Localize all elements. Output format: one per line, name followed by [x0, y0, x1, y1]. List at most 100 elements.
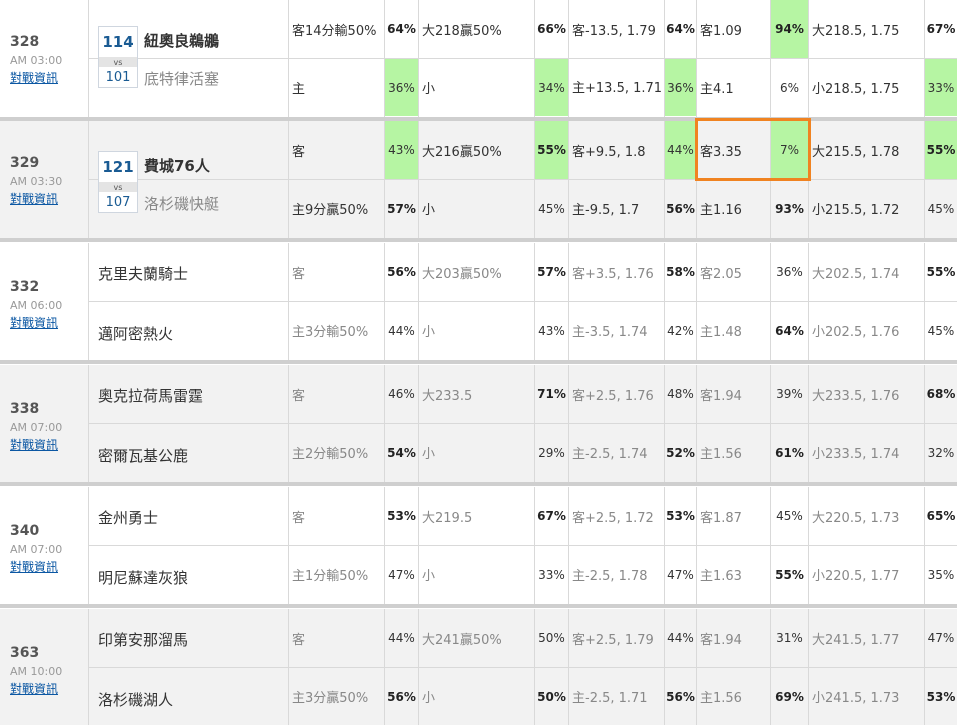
ml-pct-cell: 93% [775, 201, 804, 216]
spread-line-cell: 主-2.5, 1.71 [572, 691, 648, 706]
game-time: AM 07:00 [10, 543, 63, 556]
game-number: 340 [10, 523, 40, 539]
away-team-name[interactable]: 印第安那溜馬 [98, 629, 188, 650]
total-pct-cell: 33% [925, 59, 957, 116]
game-separator [0, 360, 957, 364]
ml-odds-cell: 客3.35 [700, 144, 742, 160]
spread-pct-cell: 47% [667, 567, 694, 582]
home-team-name[interactable]: 密爾瓦基公鹿 [98, 445, 188, 466]
total-pct-cell: 45% [927, 201, 955, 216]
spread-line-cell: 客+2.5, 1.72 [572, 510, 654, 526]
total-line-cell: 小233.5, 1.74 [812, 447, 900, 462]
ah-pct-cell: 44% [388, 323, 415, 338]
game-row: 338 AM 07:00 對戰資訊 奧克拉荷馬雷霆 密爾瓦基公鹿 客 46% 大233.5 71… [0, 365, 957, 482]
away-rotation-number: 114 [102, 33, 134, 51]
away-team-name[interactable]: 奧克拉荷馬雷霆 [98, 385, 203, 406]
home-team-name[interactable]: 明尼蘇達灰狼 [98, 567, 188, 588]
ah-result-cell: 主3分贏50% [292, 691, 369, 706]
ml-odds-cell: 客1.94 [700, 632, 742, 648]
ou-result-cell: 大216贏50% [422, 144, 502, 160]
away-team-name[interactable]: 克里夫蘭騎士 [98, 263, 188, 284]
game-number: 363 [10, 645, 40, 661]
ah-pct-cell: 56% [387, 689, 416, 704]
spread-pct-cell: 53% [666, 509, 695, 523]
ah-result-cell: 客 [292, 632, 306, 648]
game-time: AM 06:00 [10, 299, 63, 312]
spread-pct-cell: 42% [667, 323, 694, 338]
ml-odds-cell: 主1.16 [700, 203, 742, 218]
ou-pct-cell: 57% [537, 265, 566, 279]
ah-pct-cell: 47% [388, 567, 415, 582]
ml-odds-cell: 客1.09 [700, 23, 742, 39]
away-team-name[interactable]: 費城76人 [144, 155, 210, 176]
matchup-info-link[interactable]: 對戰資訊 [10, 69, 58, 86]
away-team-name[interactable]: 紐奧良鵜鶘 [144, 30, 219, 51]
ou-result-cell: 小 [422, 203, 436, 218]
home-team-name[interactable]: 底特律活塞 [144, 68, 219, 89]
spread-pct-cell: 44% [667, 631, 694, 645]
ou-result-cell: 小 [422, 447, 436, 462]
ah-result-cell: 主2分輸50% [292, 447, 369, 462]
spread-line-cell: 客+2.5, 1.79 [572, 632, 654, 648]
game-separator [0, 604, 957, 608]
ou-result-cell: 大219.5 [422, 510, 473, 526]
away-team-name[interactable]: 金州勇士 [98, 507, 158, 528]
matchup-info-link[interactable]: 對戰資訊 [10, 558, 58, 575]
spread-line-cell: 客+2.5, 1.76 [572, 388, 654, 404]
ou-pct-cell: 33% [538, 567, 565, 582]
ou-result-cell: 小 [422, 82, 436, 97]
odds-board: 328 AM 03:00 對戰資訊 114 vs 101 紐奧良鵜鶘 底特律活塞 客14分輸50… [0, 0, 957, 725]
home-team-name[interactable]: 洛杉磯快艇 [144, 193, 219, 214]
ou-pct-cell: 50% [538, 631, 565, 645]
ml-odds-cell: 主1.63 [700, 569, 742, 584]
matchup-info-link[interactable]: 對戰資訊 [10, 314, 58, 331]
ml-pct-cell: 31% [776, 631, 803, 645]
ou-pct-cell: 34% [535, 59, 568, 116]
spread-pct-cell: 56% [666, 201, 695, 216]
spread-line-cell: 主-3.5, 1.74 [572, 325, 648, 340]
total-pct-cell: 53% [926, 689, 956, 704]
ml-odds-cell: 主4.1 [700, 82, 734, 97]
total-line-cell: 小218.5, 1.75 [812, 82, 900, 97]
ah-result-cell: 客 [292, 144, 306, 160]
away-rotation-number: 121 [102, 158, 134, 176]
matchup-info-link[interactable]: 對戰資訊 [10, 436, 58, 453]
total-line-cell: 大233.5, 1.76 [812, 388, 900, 404]
ml-odds-cell: 主1.56 [700, 691, 742, 706]
ah-pct-cell: 53% [387, 509, 416, 523]
ah-pct-cell: 56% [387, 265, 416, 279]
spread-pct-cell: 48% [667, 387, 694, 401]
matchup-info-link[interactable]: 對戰資訊 [10, 190, 58, 207]
ml-pct-cell: 55% [775, 567, 804, 582]
rotation-badge: 114 vs 101 [98, 26, 138, 88]
spread-line-cell: 客-13.5, 1.79 [572, 23, 656, 39]
game-number: 332 [10, 279, 40, 295]
total-pct-cell: 65% [926, 509, 956, 523]
total-pct-cell: 55% [926, 265, 956, 279]
game-info: 338 AM 07:00 對戰資訊 [0, 365, 88, 482]
total-pct-cell: 32% [927, 445, 955, 460]
ou-pct-cell: 67% [537, 509, 566, 523]
home-team-name[interactable]: 洛杉磯湖人 [98, 689, 173, 710]
spread-pct-cell: 58% [666, 265, 695, 279]
ou-pct-cell: 29% [538, 445, 565, 460]
ou-result-cell: 大233.5 [422, 388, 473, 404]
ah-pct-cell: 46% [388, 387, 415, 401]
spread-line-cell: 客+3.5, 1.76 [572, 266, 654, 282]
ou-result-cell: 大203贏50% [422, 266, 502, 282]
total-line-cell: 小202.5, 1.76 [812, 325, 900, 340]
total-line-cell: 大241.5, 1.77 [812, 632, 900, 648]
game-time: AM 03:30 [10, 175, 63, 188]
game-row: 340 AM 07:00 對戰資訊 金州勇士 明尼蘇達灰狼 客 53% 大219.5 67% 客+… [0, 487, 957, 604]
total-line-cell: 小215.5, 1.72 [812, 203, 900, 218]
home-team-name[interactable]: 邁阿密熱火 [98, 323, 173, 344]
game-info: 329 AM 03:30 對戰資訊 [0, 121, 88, 238]
total-pct-cell: 55% [925, 121, 957, 179]
matchup-info-link[interactable]: 對戰資訊 [10, 680, 58, 697]
ml-odds-cell: 客1.94 [700, 388, 742, 404]
ou-pct-cell: 55% [535, 121, 568, 179]
ml-odds-cell: 客2.05 [700, 266, 742, 282]
game-info: 340 AM 07:00 對戰資訊 [0, 487, 88, 604]
ah-pct-cell: 36% [385, 59, 418, 116]
game-number: 328 [10, 34, 40, 50]
